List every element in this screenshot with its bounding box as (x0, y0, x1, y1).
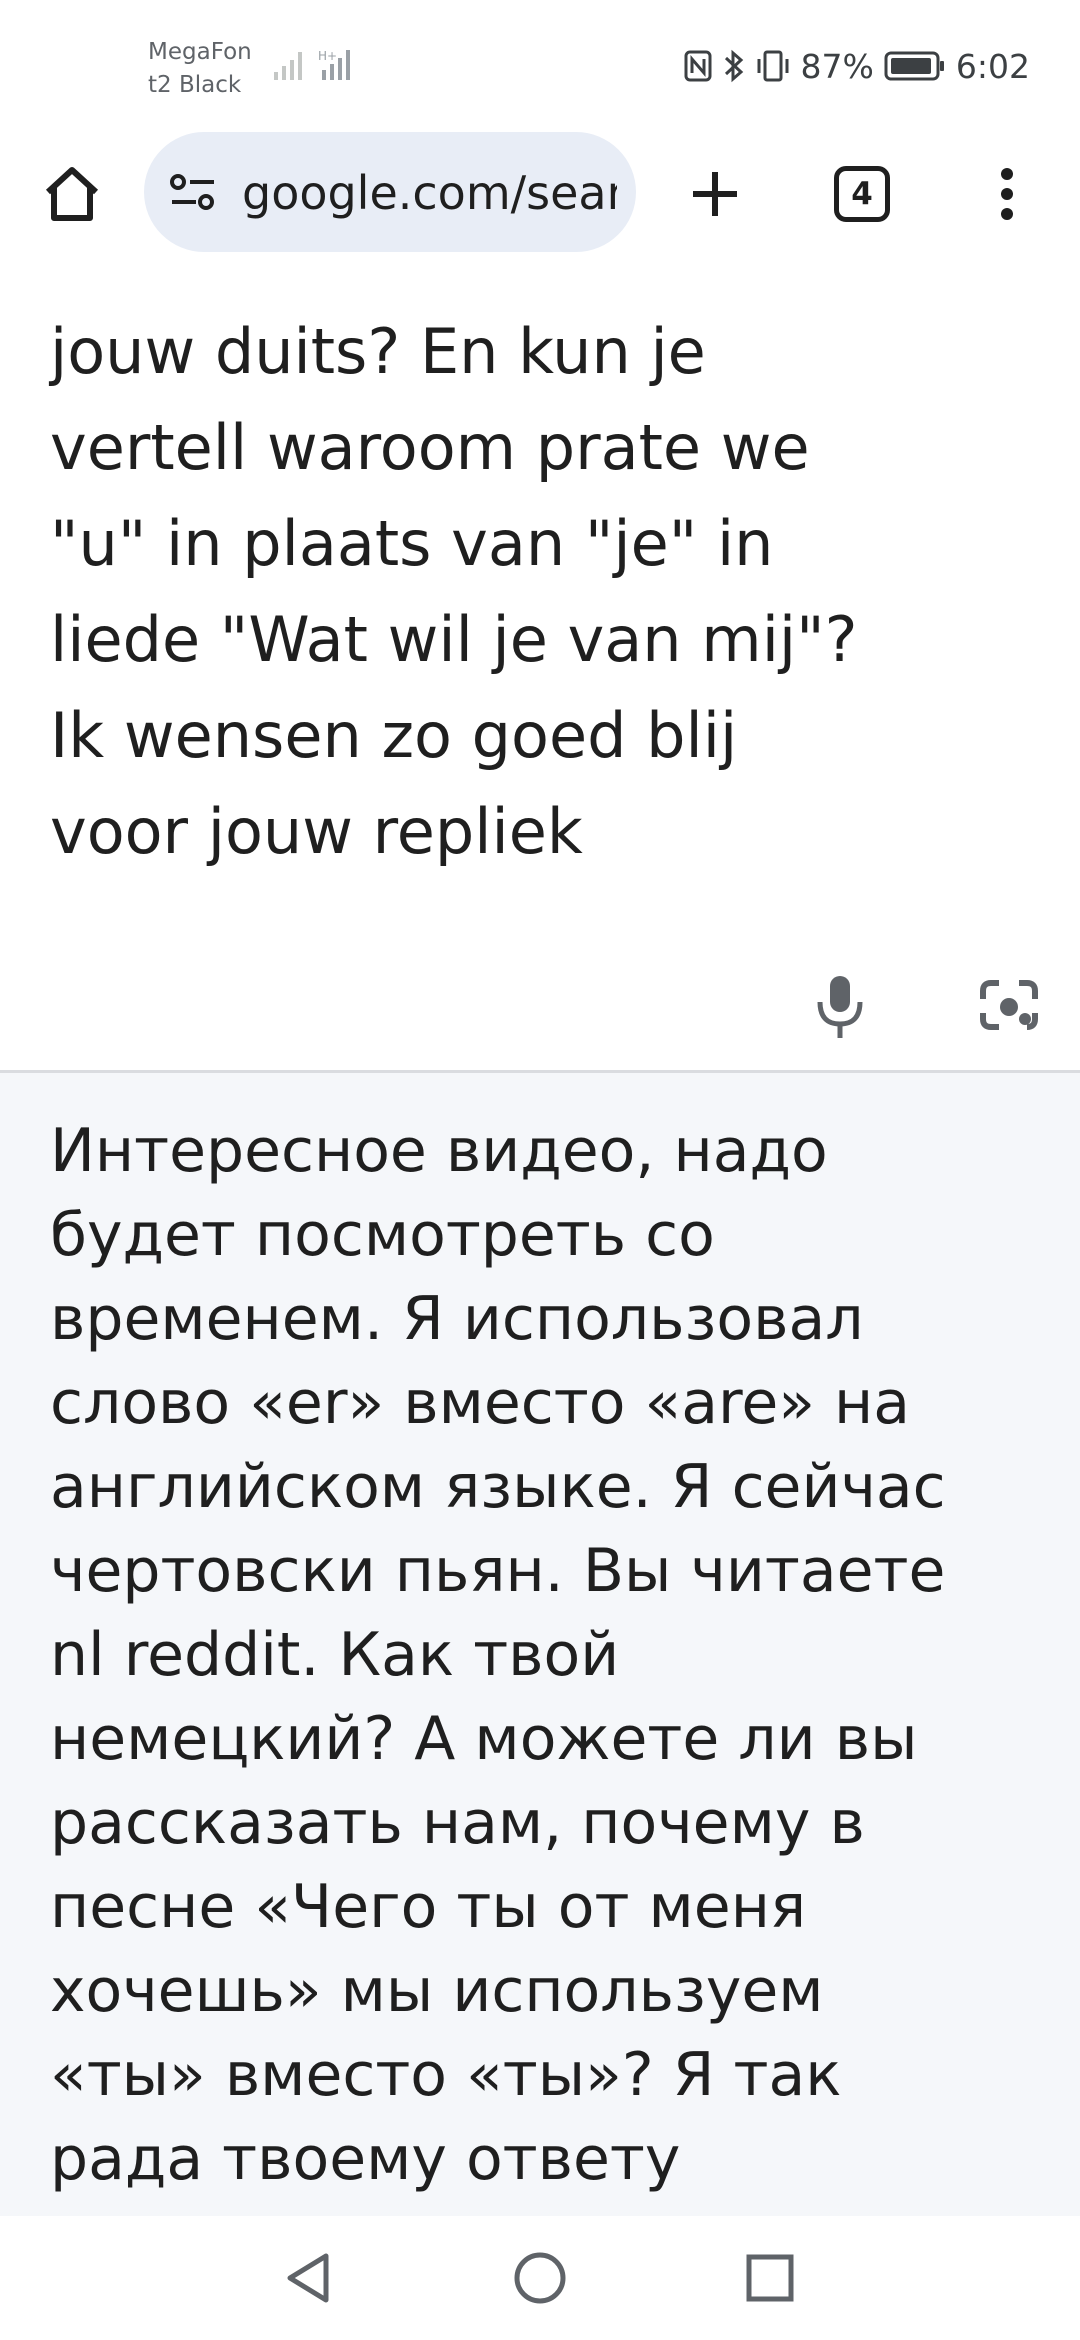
nav-home-button[interactable] (512, 2250, 568, 2310)
source-text-area[interactable]: lezen nl reddit. Hoe is jouw duits? En k… (0, 278, 1080, 1070)
camera-lens-icon (980, 980, 1038, 1030)
signal-icon: H+ (270, 44, 380, 88)
circle-home-icon (514, 2252, 566, 2304)
home-icon (45, 167, 99, 221)
address-bar[interactable]: google.com/search (144, 132, 636, 252)
clock-time: 6:02 (955, 46, 1030, 86)
url-text: google.com/search (242, 166, 617, 220)
home-button[interactable] (34, 156, 110, 232)
square-recents-icon (746, 2254, 794, 2302)
battery-percent: 87% (800, 46, 874, 86)
mic-icon (817, 976, 863, 1038)
tab-count: 4 (851, 176, 873, 212)
browser-toolbar: google.com/search 4 (0, 130, 1080, 280)
system-nav-bar (0, 2216, 1080, 2340)
tab-switcher-button[interactable]: 4 (834, 166, 890, 222)
new-tab-button[interactable] (680, 156, 750, 232)
translation-area: Интересное видео, надо будет посмотреть … (0, 1073, 1080, 2216)
status-bar: MegaFon t2 Black H+ 87% 6:02 (0, 0, 1080, 130)
menu-button[interactable] (982, 156, 1032, 232)
browser-screen: MegaFon t2 Black H+ 87% 6:02 google.com/… (0, 0, 1080, 2340)
more-vert-icon (1001, 168, 1013, 220)
carrier-name-1: MegaFon (148, 39, 252, 65)
status-right: 87% 6:02 (683, 44, 1030, 88)
source-text[interactable]: lezen nl reddit. Hoe is jouw duits? En k… (50, 278, 950, 880)
translation-text: Интересное видео, надо будет посмотреть … (50, 1116, 946, 2194)
tune-icon[interactable] (168, 172, 218, 216)
voice-input-button[interactable] (812, 968, 868, 1048)
plus-icon (693, 172, 737, 216)
bluetooth-icon (723, 48, 745, 84)
nfc-icon (683, 49, 713, 83)
triangle-back-icon (287, 2253, 329, 2303)
carrier-info: MegaFon t2 Black (148, 36, 252, 102)
camera-input-button[interactable] (974, 970, 1044, 1040)
battery-icon (884, 50, 946, 82)
nav-back-button[interactable] (282, 2250, 334, 2310)
carrier-name-2: t2 Black (148, 72, 242, 98)
svg-text:H+: H+ (318, 49, 337, 63)
vibrate-icon (755, 49, 791, 83)
nav-recents-button[interactable] (744, 2252, 796, 2308)
